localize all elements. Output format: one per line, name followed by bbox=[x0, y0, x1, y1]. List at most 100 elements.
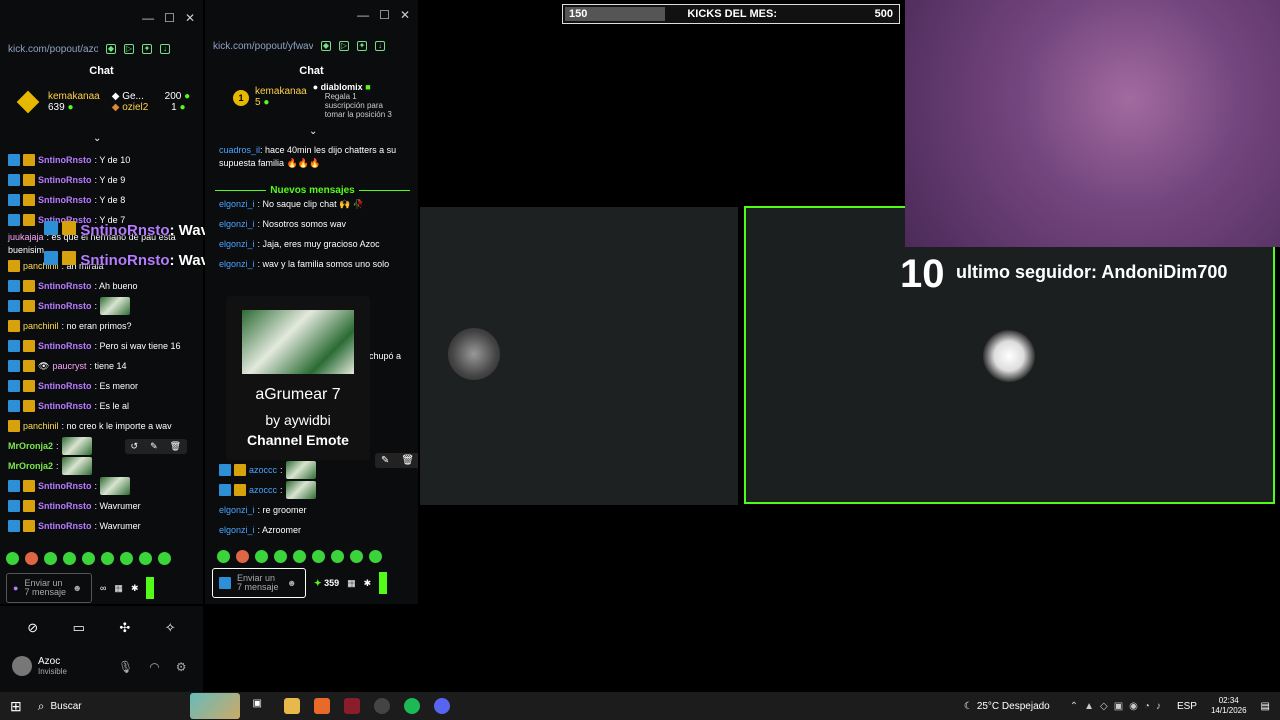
username[interactable]: SntinoRnsto bbox=[38, 401, 92, 411]
username[interactable]: azoccc bbox=[249, 485, 277, 495]
shield-icon[interactable]: ◆ bbox=[106, 44, 116, 54]
chat-input[interactable]: Enviar un 7 mensaje ☻ bbox=[212, 568, 306, 598]
activities-icon[interactable]: ✣ bbox=[119, 620, 130, 636]
emote-image[interactable] bbox=[61, 437, 92, 455]
emote-icon[interactable] bbox=[139, 552, 152, 565]
emote-icon[interactable] bbox=[293, 550, 306, 563]
username[interactable]: panchinil bbox=[23, 421, 59, 431]
emote-icon[interactable] bbox=[82, 552, 95, 565]
weather-text[interactable]: 25°C Despejado bbox=[977, 701, 1050, 712]
emote-icon[interactable] bbox=[255, 550, 268, 563]
emote-icon[interactable] bbox=[6, 552, 19, 565]
username[interactable]: SntinoRnsto bbox=[38, 381, 92, 391]
username[interactable]: elgonzi_i bbox=[219, 219, 255, 229]
tray-icons[interactable]: ⌃▲◇▣◉◔♪ bbox=[1070, 701, 1167, 712]
username[interactable]: panchinil bbox=[23, 321, 59, 331]
discord-icon[interactable] bbox=[434, 698, 451, 714]
chat-message[interactable]: SntinoRnsto: Y de 8 bbox=[0, 190, 203, 210]
send-button[interactable] bbox=[146, 577, 155, 599]
username[interactable]: SntinoRnsto bbox=[38, 195, 92, 205]
username[interactable]: SntinoRnsto bbox=[38, 301, 92, 311]
video-call-tile-left[interactable] bbox=[420, 207, 738, 505]
soundboard-icon[interactable]: ✧ bbox=[165, 620, 176, 636]
gifter-name[interactable]: oziel2 bbox=[122, 102, 148, 113]
link-icon[interactable]: ∞ bbox=[100, 583, 106, 593]
chat-message[interactable]: elgonzi_i: No saque clip chat 🙌 🥀 bbox=[205, 194, 418, 214]
emoji-icon[interactable]: ☻ bbox=[72, 583, 81, 593]
download-icon[interactable]: ↓ bbox=[375, 41, 385, 51]
emote-icon[interactable] bbox=[217, 550, 230, 563]
url-text[interactable]: kick.com/popout/azoc bbox=[8, 44, 98, 55]
emote-icon[interactable] bbox=[236, 550, 249, 563]
emote-image[interactable] bbox=[100, 297, 131, 315]
chat-message[interactable]: SntinoRnsto: Wavrumer bbox=[0, 496, 203, 516]
username[interactable]: SntinoRnsto bbox=[38, 521, 92, 531]
minimize-icon[interactable]: — bbox=[357, 8, 369, 22]
extension-icon[interactable]: ✦ bbox=[142, 44, 152, 54]
play-icon[interactable]: ▷ bbox=[124, 44, 134, 54]
task-view-icon[interactable]: ▣ bbox=[252, 698, 268, 714]
chat-message[interactable]: SntinoRnsto: Y de 10 bbox=[0, 150, 203, 170]
chevron-down-icon[interactable]: ⌄ bbox=[93, 133, 101, 144]
chat-message[interactable]: SntinoRnsto: bbox=[0, 296, 203, 316]
chat-message[interactable]: SntinoRnsto: Ah bueno bbox=[0, 276, 203, 296]
chat-message[interactable]: elgonzi_i: wav y la familia somos uno so… bbox=[205, 254, 418, 274]
video-call-tile-right[interactable] bbox=[744, 206, 1275, 504]
emote-icon[interactable] bbox=[120, 552, 133, 565]
gear-icon[interactable]: ✱ bbox=[364, 578, 372, 589]
taskbar-search[interactable]: Buscar bbox=[50, 701, 190, 712]
camera-off-icon[interactable]: ⊘ bbox=[27, 620, 38, 636]
pin-icon[interactable]: ✎ bbox=[150, 441, 158, 452]
store-icon[interactable]: ▦ bbox=[347, 578, 356, 589]
play-icon[interactable]: ▷ bbox=[339, 41, 349, 51]
close-icon[interactable]: ✕ bbox=[400, 8, 410, 22]
chat-message[interactable]: SntinoRnsto: bbox=[0, 476, 203, 496]
gifter-name[interactable]: diablomix bbox=[321, 82, 363, 92]
gifter-name[interactable]: kemakanaa bbox=[48, 91, 100, 102]
brave-browser-icon[interactable] bbox=[314, 698, 331, 714]
notifications-icon[interactable]: ▤ bbox=[1261, 701, 1270, 712]
windows-start-icon[interactable]: ⊞ bbox=[10, 698, 22, 715]
emote-image[interactable] bbox=[100, 477, 131, 495]
send-button[interactable] bbox=[379, 572, 388, 594]
emote-icon[interactable] bbox=[158, 552, 171, 565]
username[interactable]: paucryst bbox=[52, 361, 86, 371]
mic-icon[interactable]: 🎙 bbox=[118, 660, 133, 674]
chat-message[interactable]: SntinoRnsto: Wavrumer bbox=[0, 516, 203, 536]
emote-icon[interactable] bbox=[274, 550, 287, 563]
username[interactable]: MrOronja2 bbox=[8, 461, 53, 471]
screen-share-icon[interactable]: ▭ bbox=[73, 620, 85, 636]
shield-icon[interactable]: ◆ bbox=[321, 41, 331, 51]
emote-icon[interactable] bbox=[63, 552, 76, 565]
close-icon[interactable]: ✕ bbox=[185, 11, 195, 25]
username[interactable]: SntinoRnsto bbox=[38, 501, 92, 511]
chat-message[interactable]: panchinil: no creo k le importe a wav bbox=[0, 416, 203, 436]
chat-message[interactable]: 👁 paucryst: tiene 14 bbox=[0, 356, 203, 376]
spotify-icon[interactable] bbox=[404, 698, 421, 714]
file-explorer-icon[interactable] bbox=[284, 698, 301, 714]
gifter-name[interactable]: kemakanaa bbox=[255, 86, 307, 97]
emote-icon[interactable] bbox=[350, 550, 363, 563]
username[interactable]: SntinoRnsto bbox=[38, 175, 92, 185]
chat-message[interactable]: SntinoRnsto: Y de 9 bbox=[0, 170, 203, 190]
chat-message[interactable]: elgonzi_i: re groomer bbox=[205, 500, 418, 520]
obs-icon[interactable] bbox=[344, 698, 361, 714]
username[interactable]: elgonzi_i bbox=[219, 259, 255, 269]
emote-icon[interactable] bbox=[101, 552, 114, 565]
download-icon[interactable]: ↓ bbox=[160, 44, 170, 54]
emote-icon[interactable] bbox=[25, 552, 38, 565]
chat-message[interactable]: elgonzi_i: Nosotros somos wav bbox=[205, 214, 418, 234]
chevron-down-icon[interactable]: ⌄ bbox=[309, 126, 317, 137]
chat-message[interactable]: panchinil: no eran primos? bbox=[0, 316, 203, 336]
maximize-icon[interactable]: ☐ bbox=[164, 11, 175, 25]
username[interactable]: azoccc bbox=[249, 465, 277, 475]
emote-icon[interactable] bbox=[44, 552, 57, 565]
username[interactable]: SntinoRnsto bbox=[38, 341, 92, 351]
trash-icon[interactable]: 🗑 bbox=[170, 441, 181, 452]
chat-message[interactable]: elgonzi_i: Azroomer bbox=[205, 520, 418, 540]
extension-icon[interactable]: ✦ bbox=[357, 41, 367, 51]
clock[interactable]: 02:34 14/1/2026 bbox=[1211, 696, 1247, 716]
search-icon[interactable]: ⌕ bbox=[38, 699, 45, 714]
chat-message[interactable]: cuadros_il: hace 40min les dijo chatters… bbox=[205, 144, 418, 170]
user-panel[interactable]: Azoc Invisible bbox=[12, 656, 67, 676]
